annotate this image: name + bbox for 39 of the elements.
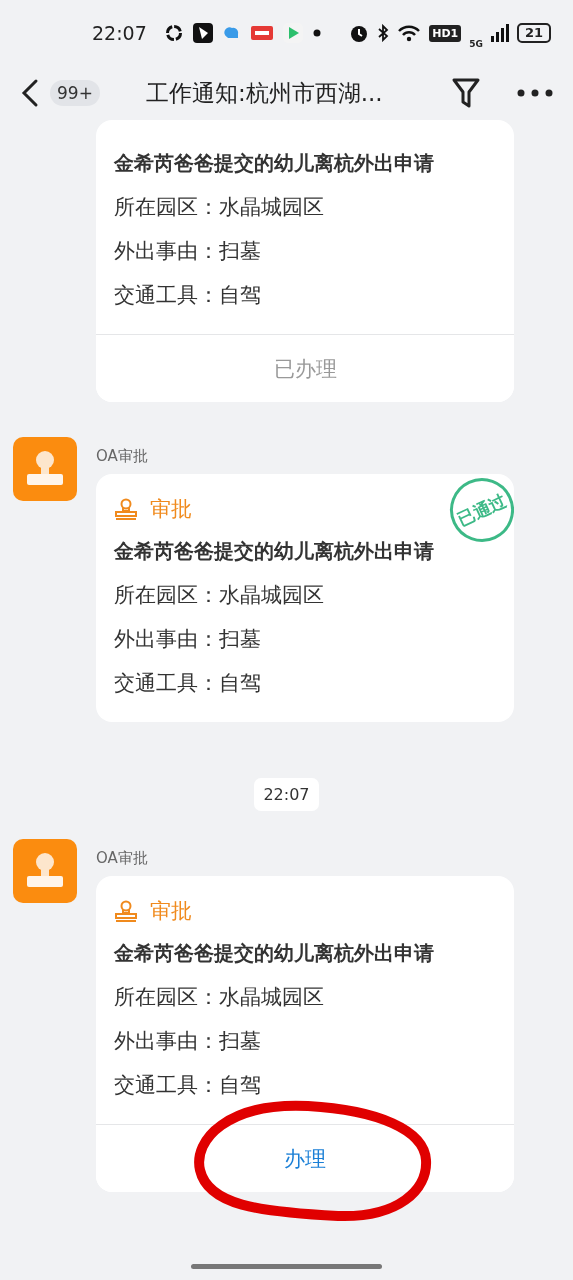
field-row-text: 外出事由：扫墓 — [114, 626, 262, 653]
field-row-text: 交通工具：自驾 — [114, 282, 262, 309]
field-row-text: 所在园区：水晶城园区 — [114, 984, 325, 1011]
dot-icon — [312, 29, 321, 37]
field-row-text: 外出事由：扫墓 — [114, 1028, 262, 1055]
clock-time: 22:07 — [92, 22, 147, 44]
message-card[interactable]: 审批 金希芮爸爸提交的幼儿离杭外出申请 所在园区：水晶城园区 外出事由：扫墓 交通工具：自驾 已通过 — [96, 474, 514, 722]
time-label: 22:07 — [254, 778, 319, 811]
more-button[interactable] — [517, 89, 553, 97]
card-title: 金希芮爸爸提交的幼儿离杭外出申请 — [114, 150, 434, 177]
signal-icon — [490, 24, 509, 42]
field-row-text: 交通工具：自驾 — [114, 1072, 262, 1099]
stamp-icon — [114, 498, 138, 520]
network-label: 5G — [469, 39, 483, 49]
card-title: 金希芮爸爸提交的幼儿离杭外出申请 — [114, 538, 434, 565]
app-icon — [192, 23, 213, 43]
unread-badge: 99+ — [50, 80, 100, 106]
card-category: 审批 — [150, 496, 192, 523]
field-row-text: 交通工具：自驾 — [114, 670, 262, 697]
back-button[interactable] — [20, 78, 40, 108]
bluetooth-icon — [377, 24, 390, 42]
battery-level: 21 — [516, 23, 551, 43]
message-card[interactable]: 审批 金希芮爸爸提交的幼儿离杭外出申请 所在园区：水晶城园区 外出事由：扫墓 交通工具：自驾 办理 — [96, 876, 514, 1192]
hd-badge: HD1 — [429, 24, 462, 42]
chat-title: 工作通知:杭州市西湖... — [145, 78, 384, 108]
alarm-icon — [349, 23, 370, 43]
card-category: 审批 — [150, 898, 192, 925]
news-app-icon — [250, 26, 273, 40]
card-title: 金希芮爸爸提交的幼儿离杭外出申请 — [114, 940, 434, 967]
filter-button[interactable] — [451, 77, 481, 109]
field-row-text: 外出事由：扫墓 — [114, 238, 262, 265]
ring-icon — [164, 24, 183, 42]
wifi-icon — [397, 24, 422, 42]
sender-name: OA审批 — [96, 447, 149, 466]
handle-button[interactable]: 办理 — [96, 1124, 514, 1192]
sender-name: OA审批 — [96, 849, 149, 868]
field-row-text: 所在园区：水晶城园区 — [114, 582, 325, 609]
field-row-text: 所在园区：水晶城园区 — [114, 194, 325, 221]
stamp-icon — [114, 900, 138, 922]
